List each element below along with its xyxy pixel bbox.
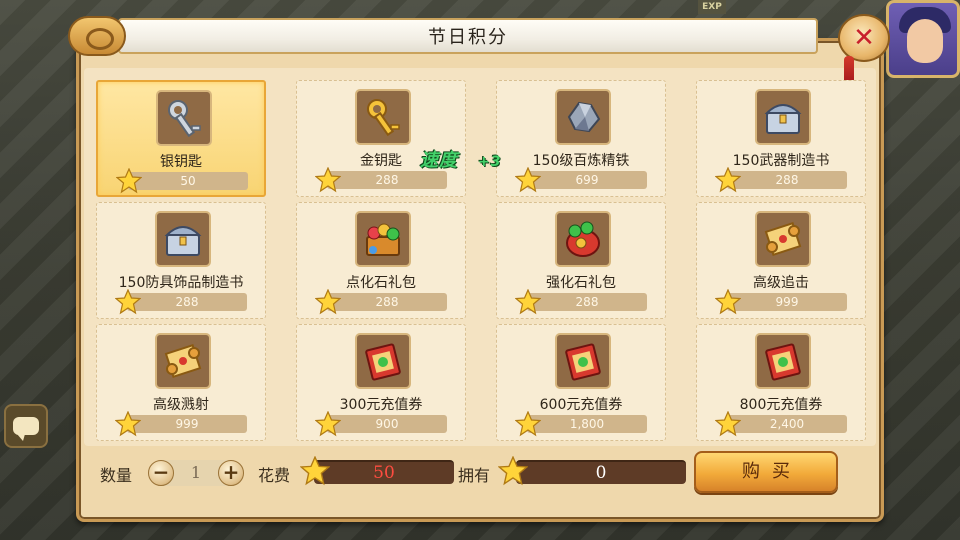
star-icon bbox=[315, 289, 341, 315]
shop-item-card[interactable]: 高级追击 999 bbox=[696, 202, 866, 319]
speed-buff-popup: 速度 +3 bbox=[420, 146, 501, 172]
star-icon bbox=[315, 411, 341, 437]
shop-item-card[interactable]: 150防具饰品制造书 288 bbox=[96, 202, 266, 319]
item-icon-frame bbox=[155, 333, 211, 389]
quantity-value[interactable]: 1 bbox=[176, 463, 216, 482]
shop-item-card[interactable]: 银钥匙 50 bbox=[96, 80, 266, 197]
item-price: 288 bbox=[727, 171, 847, 189]
title-scroll: 节日积分 bbox=[118, 18, 818, 54]
increase-quantity-button[interactable]: + bbox=[218, 460, 244, 486]
owned-value: 0 bbox=[516, 460, 686, 484]
refined-iron-icon bbox=[567, 101, 601, 133]
item-price: 999 bbox=[127, 415, 247, 433]
exp-badge: EXP bbox=[698, 0, 726, 14]
item-price: 288 bbox=[527, 293, 647, 311]
star-icon bbox=[300, 456, 330, 486]
item-icon-frame bbox=[755, 333, 811, 389]
owned-label: 拥有 bbox=[458, 466, 491, 485]
star-icon bbox=[515, 167, 541, 193]
item-icon-frame bbox=[755, 211, 811, 267]
star-icon bbox=[498, 456, 528, 486]
shop-item-card[interactable]: 150级百炼精铁 699 bbox=[496, 80, 666, 197]
item-price: 288 bbox=[327, 171, 447, 189]
purchase-bar: 数量 − 1 + 花费 50 拥有 0 购买 bbox=[96, 448, 866, 496]
star-icon bbox=[515, 289, 541, 315]
page-title: 节日积分 bbox=[428, 27, 508, 48]
item-icon-frame bbox=[555, 89, 611, 145]
recharge-voucher-icon bbox=[565, 343, 601, 381]
star-icon bbox=[715, 411, 741, 437]
close-button[interactable]: ✕ bbox=[838, 14, 890, 84]
item-icon-frame bbox=[555, 211, 611, 267]
star-icon bbox=[115, 289, 141, 315]
cost-label: 花费 bbox=[258, 466, 291, 485]
quantity-stepper: − 1 + bbox=[148, 460, 244, 486]
item-price: 699 bbox=[527, 171, 647, 189]
shop-item-card[interactable]: 800元充值券 2,400 bbox=[696, 324, 866, 441]
star-icon bbox=[715, 167, 741, 193]
shop-item-card[interactable]: 金钥匙 288 bbox=[296, 80, 466, 197]
item-icon-frame bbox=[355, 333, 411, 389]
shop-item-card[interactable]: 600元充值券 1,800 bbox=[496, 324, 666, 441]
item-price: 2,400 bbox=[727, 415, 847, 433]
avatar-face bbox=[907, 19, 943, 63]
star-icon bbox=[515, 411, 541, 437]
buff-label: 速度 bbox=[420, 150, 458, 171]
player-avatar[interactable] bbox=[886, 0, 960, 78]
treasure-chest-icon bbox=[764, 104, 802, 134]
shop-item-card[interactable]: 点化石礼包 288 bbox=[296, 202, 466, 319]
item-icon-frame bbox=[156, 90, 212, 146]
treasure-chest-icon bbox=[164, 226, 202, 256]
item-icon-frame bbox=[355, 89, 411, 145]
title-bar: 节日积分 bbox=[68, 16, 868, 56]
item-price: 288 bbox=[127, 293, 247, 311]
close-icon: ✕ bbox=[853, 23, 875, 53]
decrease-quantity-button[interactable]: − bbox=[148, 460, 174, 486]
item-icon-frame bbox=[355, 211, 411, 267]
item-price: 1,800 bbox=[527, 415, 647, 433]
star-icon bbox=[315, 167, 341, 193]
scroll-cap-left bbox=[68, 16, 126, 56]
buy-button[interactable]: 购买 bbox=[694, 451, 838, 493]
scroll-icon bbox=[764, 222, 802, 256]
item-price: 50 bbox=[128, 172, 248, 190]
item-price: 288 bbox=[327, 293, 447, 311]
gem-chest-icon bbox=[366, 223, 400, 256]
shop-item-card[interactable]: 强化石礼包 288 bbox=[496, 202, 666, 319]
buff-value: +3 bbox=[478, 154, 502, 170]
shop-item-card[interactable]: 高级溅射 999 bbox=[96, 324, 266, 441]
star-icon bbox=[715, 289, 741, 315]
item-icon-frame bbox=[155, 211, 211, 267]
gem-bag-icon bbox=[566, 221, 600, 257]
recharge-voucher-icon bbox=[365, 343, 401, 381]
cost-value: 50 bbox=[314, 460, 454, 484]
shop-item-card[interactable]: 150武器制造书 288 bbox=[696, 80, 866, 197]
item-icon-frame bbox=[755, 89, 811, 145]
gold-key-icon bbox=[367, 99, 400, 137]
item-price: 900 bbox=[327, 415, 447, 433]
chat-bubble-icon bbox=[13, 417, 39, 441]
chat-button[interactable] bbox=[4, 404, 48, 448]
shop-item-card[interactable]: 300元充值券 900 bbox=[296, 324, 466, 441]
quantity-label: 数量 bbox=[100, 466, 133, 485]
scroll-icon bbox=[164, 344, 202, 378]
star-icon bbox=[115, 411, 141, 437]
item-grid: 银钥匙 50 金钥匙 288 150级百炼精铁 699 150武器制造书 288… bbox=[96, 80, 866, 442]
recharge-voucher-icon bbox=[765, 343, 801, 381]
item-icon-frame bbox=[555, 333, 611, 389]
star-icon bbox=[116, 168, 142, 194]
silver-key-icon bbox=[168, 100, 201, 138]
item-price: 999 bbox=[727, 293, 847, 311]
